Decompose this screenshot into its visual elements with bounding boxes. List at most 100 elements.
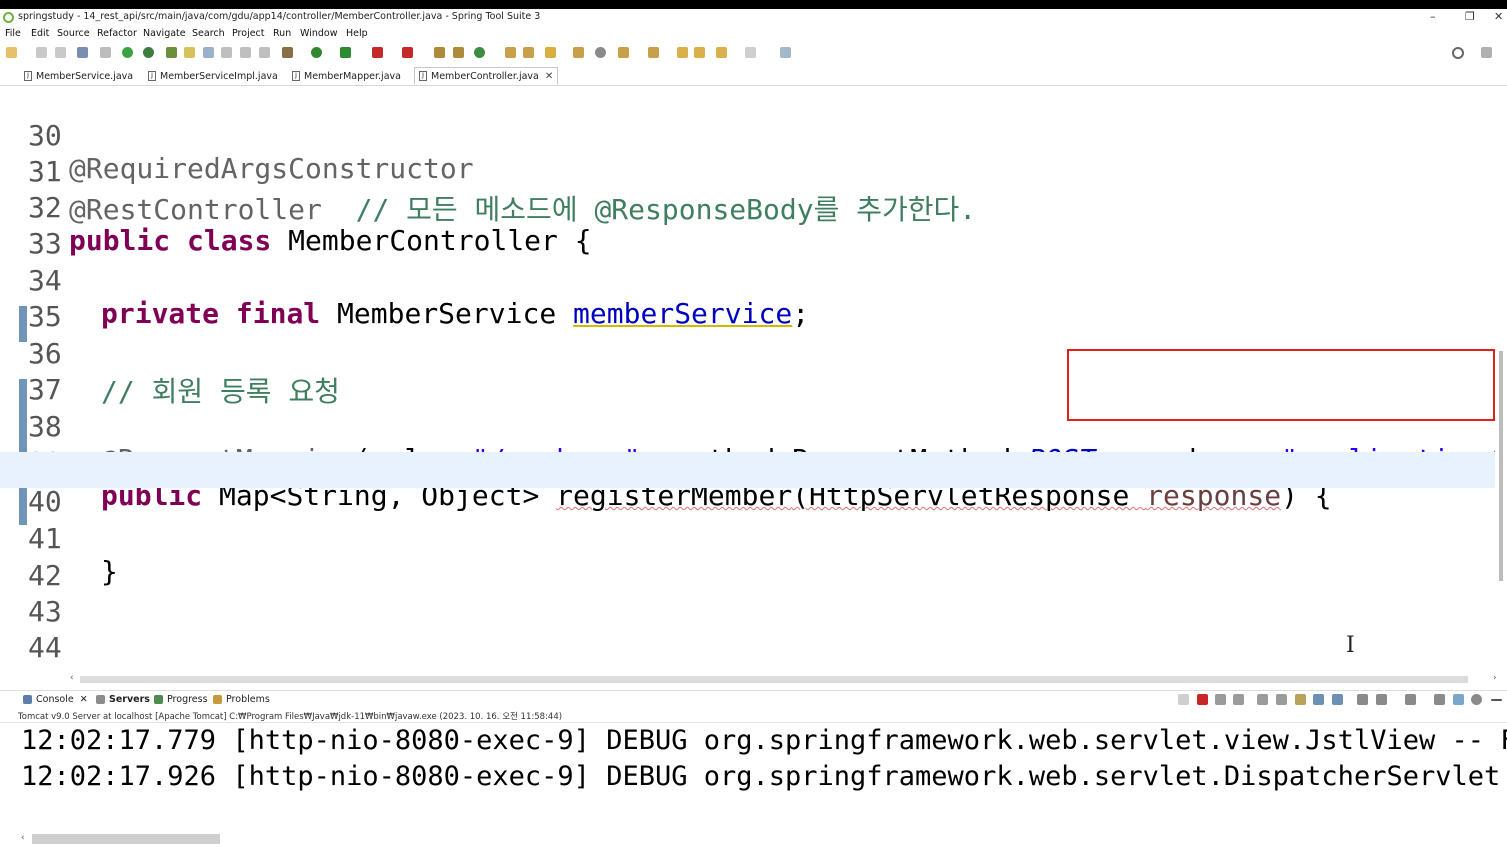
stop-icon[interactable] [372, 47, 383, 58]
skip-breakpoints-icon[interactable] [100, 47, 111, 58]
scrollbar-thumb[interactable] [32, 834, 220, 844]
new-class-icon[interactable] [474, 47, 485, 58]
mark-occurrences-icon[interactable] [184, 47, 195, 58]
open-folder-icon[interactable] [505, 47, 516, 58]
refresh-icon[interactable] [143, 47, 154, 58]
tab-console[interactable]: Console ✕ [23, 694, 88, 705]
debug-icon[interactable] [282, 47, 293, 58]
back-icon[interactable] [694, 47, 705, 58]
code-line: 31 @RestController // 모든 메소드에 @ResponseB… [0, 122, 1495, 226]
tab-membermapper[interactable]: J MemberMapper.java [292, 68, 401, 84]
code-line: 36 // 회원 등록 요청 [0, 304, 1495, 408]
forward-icon[interactable] [716, 47, 727, 58]
java-file-icon: J [148, 71, 156, 81]
scroll-lock-icon[interactable] [1257, 694, 1268, 705]
console-output[interactable]: 12:02:17.779 [http-nio-8080-exec-9] DEBU… [0, 722, 1507, 833]
console-horizontal-scrollbar[interactable]: ‹ [18, 833, 1507, 847]
code-line: 35 [0, 267, 1495, 333]
word-wrap-console-icon[interactable] [1276, 694, 1287, 705]
save-icon[interactable] [36, 47, 47, 58]
next-edit-icon[interactable] [618, 47, 629, 58]
menu-file[interactable]: File [5, 28, 21, 39]
search-tool-icon[interactable] [545, 47, 556, 58]
menu-window[interactable]: Window [300, 28, 337, 39]
tab-memberservice[interactable]: J MemberService.java [24, 68, 133, 84]
close-tab-icon[interactable]: ✕ [80, 694, 88, 705]
menu-edit[interactable]: Edit [31, 28, 49, 39]
show-stdout-icon[interactable] [1295, 694, 1306, 705]
tab-problems[interactable]: Problems [213, 694, 270, 705]
whitespace-icon[interactable] [240, 47, 251, 58]
new-console-icon[interactable] [1405, 694, 1416, 705]
pin-editor-icon[interactable] [780, 47, 791, 58]
java-file-icon: J [24, 71, 32, 81]
save-all-icon[interactable] [55, 47, 66, 58]
console-view-menu-icon[interactable] [1434, 694, 1445, 705]
link-console-icon[interactable] [1453, 694, 1464, 705]
new-java-project-icon[interactable] [434, 47, 445, 58]
display-console-icon[interactable] [1357, 694, 1368, 705]
run-icon[interactable] [311, 47, 322, 58]
java-file-icon: J [292, 71, 300, 81]
open-resource-icon[interactable] [573, 47, 584, 58]
problems-icon [213, 695, 222, 704]
servers-icon [96, 695, 105, 704]
next-annotation-icon[interactable] [259, 47, 270, 58]
remove-launch-icon[interactable] [1178, 694, 1189, 705]
code-line: 44 [0, 598, 1495, 664]
progress-icon [154, 695, 163, 704]
terminate-icon[interactable] [1197, 694, 1208, 705]
new-package-icon[interactable] [453, 47, 464, 58]
tab-label: Problems [226, 694, 270, 705]
scroll-right-icon[interactable]: › [1493, 673, 1497, 683]
tab-progress[interactable]: Progress [154, 694, 208, 705]
code-line: 42 [0, 526, 1495, 592]
text-cursor-icon: I [1346, 633, 1355, 658]
menu-project[interactable]: Project [232, 28, 265, 39]
tab-label: MemberServiceImpl.java [160, 70, 278, 82]
scrollbar-thumb[interactable] [80, 676, 1468, 683]
scroll-left-icon[interactable]: ‹ [70, 673, 74, 683]
forward-disabled-icon[interactable] [745, 47, 756, 58]
editor-horizontal-scrollbar[interactable]: ‹ › [68, 673, 1507, 685]
open-perspective-icon[interactable] [1481, 47, 1492, 58]
scrollbar-thumb[interactable] [1499, 351, 1503, 581]
menu-navigate[interactable]: Navigate [143, 28, 186, 39]
coverage-icon[interactable] [340, 47, 351, 58]
show-stderr-icon[interactable] [1313, 694, 1324, 705]
minimize-button[interactable]: – [1430, 10, 1436, 23]
menu-refactor[interactable]: Refactor [97, 28, 137, 39]
tab-membercontroller[interactable]: J MemberController.java ✕ [414, 67, 559, 85]
tab-servers[interactable]: Servers [96, 694, 150, 705]
restore-button[interactable]: ❐ [1465, 10, 1475, 23]
block-select-icon[interactable] [221, 47, 232, 58]
open-console-icon[interactable] [1376, 694, 1387, 705]
spring-boot-icon[interactable] [122, 47, 133, 58]
pin-console-icon[interactable] [1332, 694, 1343, 705]
globe-icon[interactable] [595, 47, 606, 58]
editor-vertical-scrollbar[interactable] [1495, 86, 1507, 672]
menu-source[interactable]: Source [57, 28, 90, 39]
menu-help[interactable]: Help [346, 28, 368, 39]
search-icon[interactable] [1452, 47, 1464, 59]
menu-bar: File Edit Source Refactor Navigate Searc… [0, 27, 1507, 42]
gear-icon[interactable] [1471, 694, 1482, 705]
close-window-button[interactable]: ✕ [1494, 10, 1503, 23]
new-icon[interactable] [6, 47, 17, 58]
clear-console-icon[interactable] [1233, 694, 1244, 705]
open-task-icon[interactable] [523, 47, 534, 58]
close-tab-icon[interactable]: ✕ [545, 71, 553, 82]
menu-search[interactable]: Search [192, 28, 225, 39]
prev-edit-icon[interactable] [648, 47, 659, 58]
word-wrap-icon[interactable] [203, 47, 214, 58]
menu-run[interactable]: Run [273, 28, 291, 39]
highlight-annotation-box [1067, 349, 1495, 421]
remove-all-icon[interactable] [1215, 694, 1226, 705]
minimize-panel-icon[interactable] [1491, 699, 1502, 701]
last-edit-icon[interactable] [677, 47, 688, 58]
open-type-icon[interactable] [166, 47, 177, 58]
print-icon[interactable] [77, 47, 88, 58]
tab-memberserviceimpl[interactable]: J MemberServiceImpl.java [148, 68, 278, 84]
scroll-left-icon[interactable]: ‹ [21, 833, 25, 843]
external-tools-icon[interactable] [402, 47, 413, 58]
